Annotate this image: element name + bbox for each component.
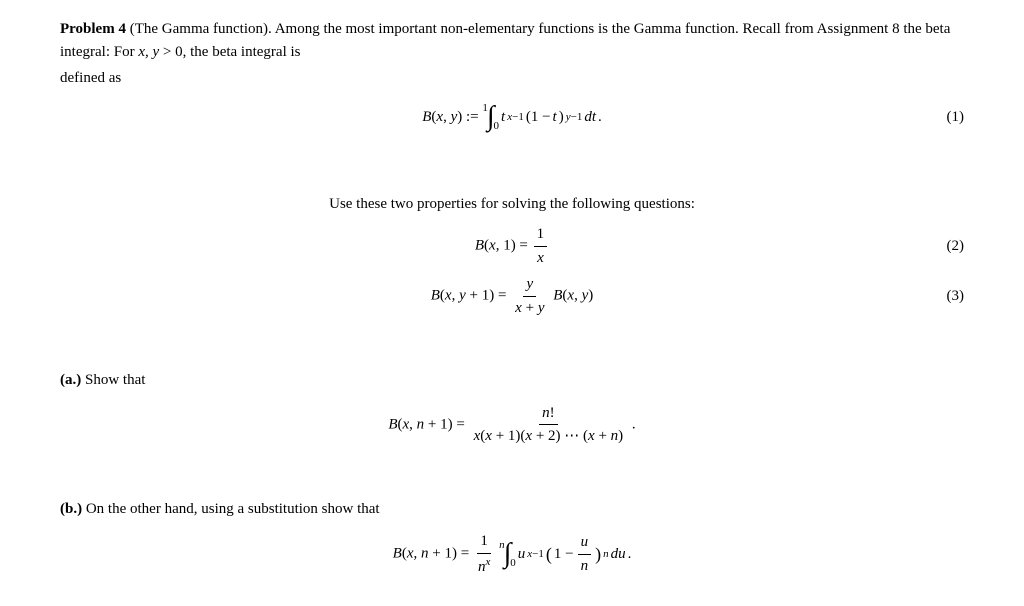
defined-as: defined as	[60, 67, 964, 90]
properties-intro: Use these two properties for solving the…	[60, 193, 964, 216]
eq3-number: (3)	[947, 285, 965, 308]
eq1-number: (1)	[947, 106, 965, 129]
equation-2: B(x, 1) = 1 x (2)	[60, 223, 964, 269]
part-b-equation: B(x, n + 1) = 1 nx n ∫ 0 ux−1 ( 1 − u n …	[60, 530, 964, 578]
part-a-header: (a.) Show that	[60, 369, 964, 392]
problem-title-paren: (The Gamma function).	[130, 21, 272, 37]
equation-3: B(x, y + 1) = y x + y B(x, y) (3)	[60, 273, 964, 319]
part-b-header: (b.) On the other hand, using a substitu…	[60, 498, 964, 521]
eq2-number: (2)	[947, 235, 965, 258]
equation-1: B(x, y) := 1 ∫ 0 tx−1(1 − t)y−1dt. (1)	[60, 100, 964, 135]
problem-number: Problem 4	[60, 21, 126, 37]
problem-header: Problem 4 (The Gamma function). Among th…	[60, 18, 964, 90]
part-a-equation: B(x, n + 1) = n! x(x + 1)(x + 2) ⋯ (x + …	[60, 402, 964, 448]
